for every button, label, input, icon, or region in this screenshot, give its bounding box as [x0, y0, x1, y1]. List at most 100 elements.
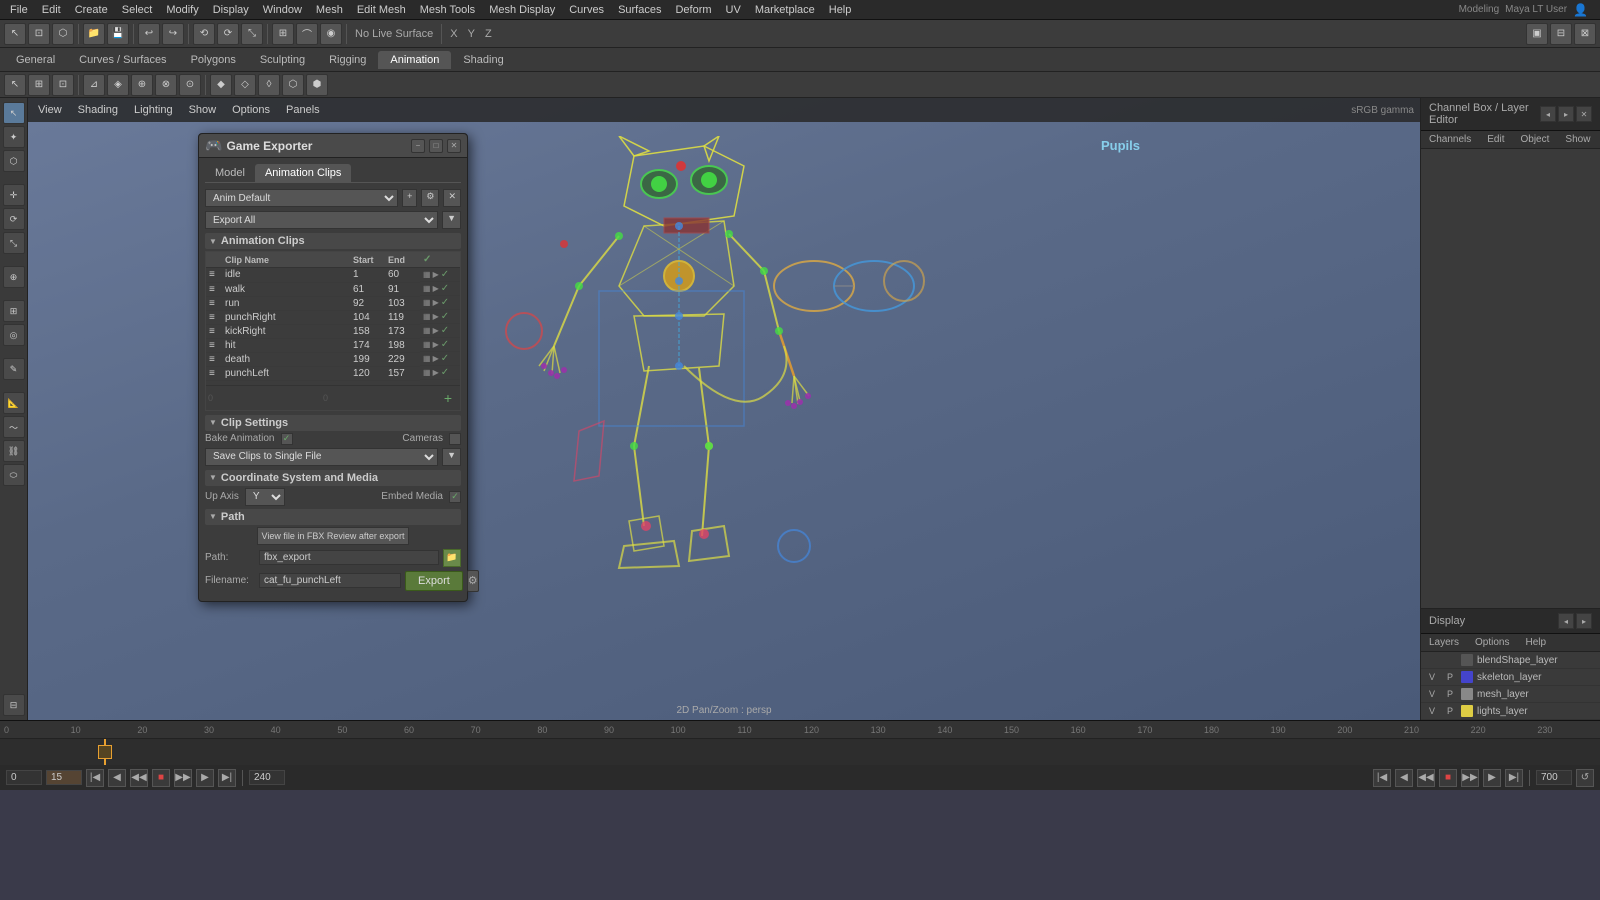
- ge-export-settings-btn[interactable]: ⚙: [467, 570, 479, 592]
- show-manip-btn[interactable]: ⊕: [3, 266, 25, 288]
- undo[interactable]: ↩: [138, 23, 160, 45]
- clip-play-btn[interactable]: ▶: [433, 368, 439, 377]
- rp-play-btn[interactable]: ▶▶: [1461, 769, 1479, 787]
- menu-mesh[interactable]: Mesh: [310, 2, 349, 18]
- clip-enabled[interactable]: ✓: [441, 311, 449, 322]
- ge-filename-input[interactable]: [259, 573, 401, 588]
- measure-btn[interactable]: 📐: [3, 392, 25, 414]
- tab-sculpting[interactable]: Sculpting: [248, 51, 317, 69]
- key-btn-4[interactable]: ⊗: [155, 74, 177, 96]
- channel-tab-channels[interactable]: Channels: [1421, 131, 1479, 148]
- menu-surfaces[interactable]: Surfaces: [612, 2, 667, 18]
- ge-save-clips-arrow[interactable]: ▼: [442, 448, 461, 466]
- ge-save-clips-select[interactable]: Save Clips to Single File: [205, 448, 438, 466]
- layer-vis-skeleton_layer[interactable]: V: [1425, 672, 1439, 682]
- ge-tab-model[interactable]: Model: [205, 164, 255, 182]
- go-start-btn[interactable]: |◀: [86, 769, 104, 787]
- clip-row-run[interactable]: ≡ run 92 103 ▦ ▶ ✓: [206, 296, 460, 310]
- go-end-btn[interactable]: ▶|: [218, 769, 236, 787]
- ge-folder-btn[interactable]: 📁: [443, 549, 461, 567]
- scale-btn[interactable]: ⤡: [3, 232, 25, 254]
- rp-next-frame-btn[interactable]: ▶: [1483, 769, 1501, 787]
- save-scene[interactable]: 💾: [107, 23, 129, 45]
- rp-go-end-btn[interactable]: ▶|: [1505, 769, 1523, 787]
- rotate-tool[interactable]: ⟳: [217, 23, 239, 45]
- ge-clips-table-container[interactable]: Clip Name Start End ✓ ≡ idle 1 60 ▦: [205, 251, 461, 411]
- clip-row-punchLeft[interactable]: ≡ punchLeft 120 157 ▦ ▶ ✓: [206, 366, 460, 380]
- next-frame-btn[interactable]: ▶: [196, 769, 214, 787]
- move-btn[interactable]: ✛: [3, 184, 25, 206]
- clip-enabled[interactable]: ✓: [441, 353, 449, 364]
- constraint-btn-3[interactable]: ◊: [258, 74, 280, 96]
- vp-show-menu[interactable]: Show: [185, 102, 221, 118]
- clip-play-btn[interactable]: ▶: [433, 270, 439, 279]
- key-btn-5[interactable]: ⊙: [179, 74, 201, 96]
- display-tab-options[interactable]: Options: [1467, 634, 1517, 651]
- menu-edit-mesh[interactable]: Edit Mesh: [351, 2, 412, 18]
- clip-play-btn[interactable]: ▶: [433, 298, 439, 307]
- clip-play-btn[interactable]: ▶: [433, 340, 439, 349]
- snap-point[interactable]: ◉: [320, 23, 342, 45]
- menu-curves[interactable]: Curves: [563, 2, 610, 18]
- rp-go-start-btn[interactable]: |◀: [1373, 769, 1391, 787]
- ge-maximize-btn[interactable]: □: [429, 139, 443, 153]
- annotate-btn[interactable]: ✎: [3, 358, 25, 380]
- menu-uv[interactable]: UV: [720, 2, 747, 18]
- ge-close-btn[interactable]: ✕: [447, 139, 461, 153]
- tab-general[interactable]: General: [4, 51, 67, 69]
- ge-preset-opts[interactable]: ⚙: [421, 189, 439, 207]
- vp-options-menu[interactable]: Options: [228, 102, 274, 118]
- motion-path-btn[interactable]: 〜: [3, 416, 25, 438]
- select-mode-btn[interactable]: ↖: [3, 102, 25, 124]
- channel-tab-edit[interactable]: Edit: [1479, 131, 1512, 148]
- view-btn3[interactable]: ⊠: [1574, 23, 1596, 45]
- ge-export-arrow[interactable]: ▼: [442, 211, 461, 229]
- ik-btn[interactable]: ⛓: [3, 440, 25, 462]
- tab-shading[interactable]: Shading: [451, 51, 515, 69]
- lasso-tool[interactable]: ⊡: [28, 23, 50, 45]
- select-tool[interactable]: ↖: [4, 23, 26, 45]
- menu-display[interactable]: Display: [207, 2, 255, 18]
- key-btn-1[interactable]: ⊿: [83, 74, 105, 96]
- ge-bake-checkbox[interactable]: ✓: [281, 433, 293, 445]
- clip-enabled[interactable]: ✓: [441, 367, 449, 378]
- clip-play-btn[interactable]: ▶: [433, 284, 439, 293]
- vp-lighting-menu[interactable]: Lighting: [130, 102, 177, 118]
- menu-create[interactable]: Create: [69, 2, 114, 18]
- anim-btn-3[interactable]: ⊡: [52, 74, 74, 96]
- key-btn-3[interactable]: ⊕: [131, 74, 153, 96]
- ge-preset-del[interactable]: ✕: [443, 189, 461, 207]
- paint-select-btn[interactable]: ⬡: [3, 150, 25, 172]
- layer-p-mesh_layer[interactable]: P: [1443, 689, 1457, 699]
- layer-row-skeleton_layer[interactable]: V P skeleton_layer: [1421, 669, 1600, 686]
- paint-tool[interactable]: ⬡: [52, 23, 74, 45]
- clip-row-kickRight[interactable]: ≡ kickRight 158 173 ▦ ▶ ✓: [206, 324, 460, 338]
- transform-tool[interactable]: ⟲: [193, 23, 215, 45]
- clip-play-btn[interactable]: ▶: [433, 326, 439, 335]
- clip-row-hit[interactable]: ≡ hit 174 198 ▦ ▶ ✓: [206, 338, 460, 352]
- sculpt-btn[interactable]: ✦: [3, 126, 25, 148]
- constraint-btn-2[interactable]: ◇: [234, 74, 256, 96]
- deform-btn[interactable]: ⬭: [3, 464, 25, 486]
- current-frame-field[interactable]: [46, 770, 82, 785]
- scale-tool[interactable]: ⤡: [241, 23, 263, 45]
- clip-enabled[interactable]: ✓: [441, 297, 449, 308]
- rp-stop-btn[interactable]: ■: [1439, 769, 1457, 787]
- channel-tab-object[interactable]: Object: [1513, 131, 1558, 148]
- rp-prev-frame-btn[interactable]: ◀: [1395, 769, 1413, 787]
- menu-window[interactable]: Window: [257, 2, 308, 18]
- layer-vis-lights_layer[interactable]: V: [1425, 706, 1439, 716]
- ge-coord-section[interactable]: ▼ Coordinate System and Media: [205, 470, 461, 486]
- menu-deform[interactable]: Deform: [669, 2, 717, 18]
- clip-play-btn[interactable]: ▶: [433, 354, 439, 363]
- ge-preset-select[interactable]: Anim Default: [205, 189, 398, 207]
- ge-anim-clips-section[interactable]: ▼ Animation Clips: [205, 233, 461, 249]
- menu-mesh-display[interactable]: Mesh Display: [483, 2, 561, 18]
- display-tab-layers[interactable]: Layers: [1421, 634, 1467, 651]
- anim-btn-1[interactable]: ↖: [4, 74, 26, 96]
- layer-row-lights_layer[interactable]: V P lights_layer: [1421, 703, 1600, 720]
- anim-btn-2[interactable]: ⊞: [28, 74, 50, 96]
- ge-tab-anim-clips[interactable]: Animation Clips: [255, 164, 351, 182]
- play-reverse-btn[interactable]: ◀◀: [130, 769, 148, 787]
- snap-curve[interactable]: ⌒: [296, 23, 318, 45]
